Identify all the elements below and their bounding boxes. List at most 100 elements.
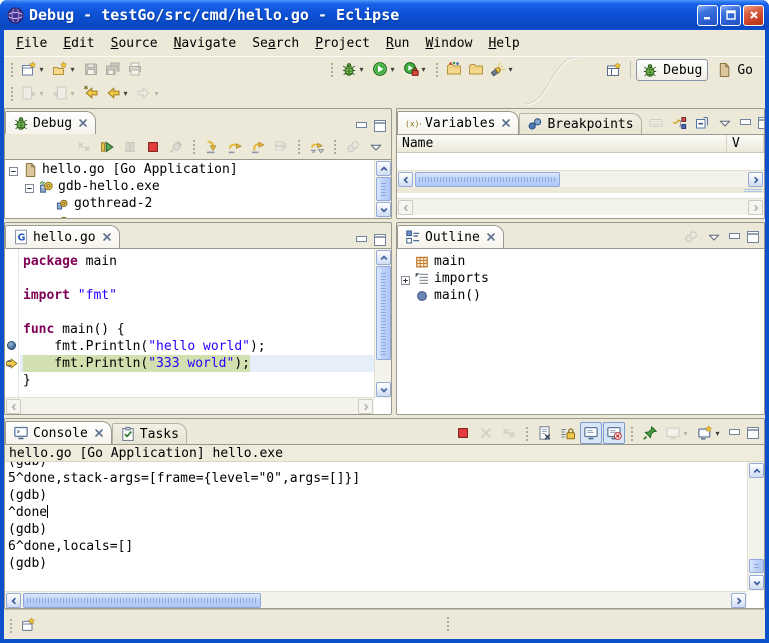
show-stdout-button[interactable] <box>580 422 602 444</box>
open-type-button[interactable] <box>443 58 465 80</box>
dropdown-arrow-icon[interactable]: ▾ <box>68 65 77 74</box>
variables-hscrollbar[interactable] <box>397 170 764 187</box>
code-line[interactable] <box>20 270 374 287</box>
tab-console[interactable]: Console <box>5 421 112 444</box>
code-line[interactable] <box>20 304 374 321</box>
scroll-down-button[interactable] <box>376 382 391 397</box>
maximize-view-icon[interactable] <box>745 229 761 245</box>
terminate-button[interactable] <box>142 136 164 158</box>
dropdown-arrow-icon[interactable]: ▾ <box>357 65 366 74</box>
last-edit-location-button[interactable]: * <box>80 82 102 104</box>
maximize-button[interactable] <box>720 5 741 26</box>
variables-empty-row[interactable] <box>397 153 764 170</box>
expander-icon[interactable] <box>25 182 34 191</box>
tab-breakpoints[interactable]: Breakpoints <box>519 113 641 134</box>
close-tab-icon[interactable] <box>501 118 511 128</box>
dropdown-arrow-icon[interactable]: ▾ <box>419 65 428 74</box>
menu-run[interactable]: Run <box>378 33 417 54</box>
dropdown-arrow-icon[interactable]: ▾ <box>506 65 515 74</box>
scroll-thumb[interactable] <box>23 593 261 608</box>
sash-grip[interactable] <box>744 188 762 192</box>
code-area[interactable]: package main import "fmt" func main() { … <box>20 249 374 398</box>
tree-item-imports[interactable]: imports <box>397 270 764 287</box>
perspective-go-button[interactable]: Go <box>710 59 759 81</box>
instruction-pointer-marker[interactable] <box>6 358 18 369</box>
code-line[interactable]: fmt.Println("hello world"); <box>20 338 374 355</box>
tab-debug[interactable]: Debug <box>5 111 96 134</box>
open-perspective-button[interactable] <box>603 59 625 81</box>
scroll-up-button[interactable] <box>376 161 391 176</box>
scroll-thumb[interactable] <box>749 559 764 573</box>
close-button[interactable] <box>743 5 764 26</box>
scroll-down-button[interactable] <box>749 575 764 590</box>
new-project-button[interactable]: ▾ <box>49 58 80 80</box>
expander-icon[interactable] <box>9 165 18 174</box>
step-over-button[interactable] <box>224 136 246 158</box>
editor-vscrollbar[interactable] <box>374 249 391 398</box>
menu-source[interactable]: Source <box>103 33 166 54</box>
minimize-button[interactable] <box>697 5 718 26</box>
use-step-filters-button[interactable] <box>306 136 328 158</box>
step-return-button[interactable] <box>247 136 269 158</box>
tree-item-gdb-hello-exe[interactable]: gdb-hello.exe <box>5 178 374 195</box>
tab-outline[interactable]: Outline <box>397 225 504 248</box>
scroll-left-button[interactable] <box>398 172 413 187</box>
minimize-view-icon[interactable] <box>354 232 370 248</box>
tree-item-hello-go-go-application[interactable]: hello.go [Go Application] <box>5 161 374 178</box>
view-menu-button[interactable] <box>365 136 387 158</box>
maximize-view-icon[interactable] <box>372 118 388 134</box>
close-tab-icon[interactable] <box>486 232 496 242</box>
scroll-down-button[interactable] <box>376 202 391 217</box>
scroll-left-button[interactable] <box>6 593 21 608</box>
code-line[interactable]: func main() { <box>20 321 374 338</box>
code-line[interactable]: } <box>20 372 374 389</box>
dropdown-arrow-icon[interactable]: ▾ <box>37 65 46 74</box>
menu-project[interactable]: Project <box>307 33 378 54</box>
maximize-view-icon[interactable] <box>745 425 761 441</box>
view-menu-button[interactable] <box>714 112 736 134</box>
show-logical-structure-button[interactable] <box>668 112 690 134</box>
terminate-button[interactable] <box>452 422 474 444</box>
open-console-button[interactable]: ▾ <box>694 422 725 444</box>
window-titlebar[interactable]: Debug - testGo/src/cmd/hello.go - Eclips… <box>0 0 769 30</box>
minimize-view-icon[interactable] <box>727 229 743 245</box>
resume-button[interactable] <box>96 136 118 158</box>
minimize-view-icon[interactable] <box>727 425 743 441</box>
pin-console-button[interactable] <box>639 422 661 444</box>
console-output[interactable]: (gdb)5^done,stack-args=[frame={level="0"… <box>5 462 747 591</box>
tree-item-main[interactable]: main <box>397 253 764 270</box>
debug-launch-button[interactable]: ▾ <box>338 58 369 80</box>
editor-gutter[interactable] <box>5 249 19 398</box>
step-into-button[interactable] <box>201 136 223 158</box>
expander-icon[interactable] <box>401 274 410 283</box>
console-vscrollbar[interactable] <box>747 462 764 591</box>
code-line[interactable]: fmt.Println("333 world"); <box>20 355 374 372</box>
tree-item[interactable] <box>5 212 374 218</box>
column-value[interactable]: V <box>727 135 764 152</box>
close-tab-icon[interactable] <box>94 428 104 438</box>
show-stderr-button[interactable] <box>603 422 625 444</box>
code-line[interactable]: import "fmt" <box>20 287 374 304</box>
dropdown-arrow-icon[interactable]: ▾ <box>713 429 722 438</box>
menu-navigate[interactable]: Navigate <box>166 33 245 54</box>
clear-console-button[interactable] <box>534 422 556 444</box>
close-tab-icon[interactable] <box>78 118 88 128</box>
breakpoint-marker[interactable] <box>7 341 16 350</box>
maximize-view-icon[interactable] <box>756 115 765 131</box>
close-tab-icon[interactable] <box>102 232 112 242</box>
fast-view-button[interactable] <box>17 614 39 636</box>
tab-tasks[interactable]: Tasks <box>112 423 187 444</box>
new-wizard-button[interactable]: ▾ <box>18 58 49 80</box>
tab-variables[interactable]: (x)= Variables <box>397 111 519 134</box>
scroll-up-button[interactable] <box>749 463 764 478</box>
tab-hello-go[interactable]: G hello.go <box>5 225 120 248</box>
minimize-view-icon[interactable] <box>354 118 370 134</box>
detail-pane-sash[interactable] <box>397 187 764 193</box>
scroll-lock-button[interactable] <box>557 422 579 444</box>
scroll-thumb[interactable] <box>415 172 560 187</box>
search-flashlight-button[interactable]: ▾ <box>487 58 518 80</box>
scroll-thumb[interactable] <box>376 266 391 360</box>
menu-file[interactable]: File <box>8 33 55 54</box>
menu-help[interactable]: Help <box>480 33 527 54</box>
run-launch-button[interactable]: ▾ <box>369 58 400 80</box>
